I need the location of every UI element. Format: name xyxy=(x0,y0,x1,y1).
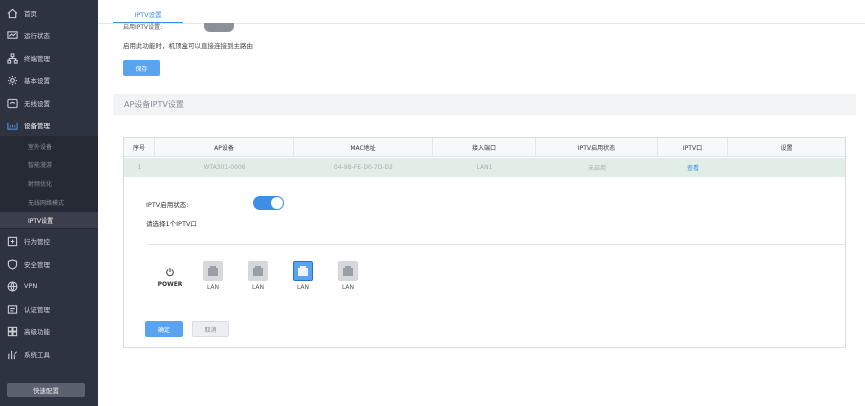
sidebar-item-label: 认证管理 xyxy=(24,306,50,314)
sidebar-item-tools[interactable]: 系统工具 xyxy=(0,343,98,365)
quick-config-button[interactable]: 快速配置 xyxy=(7,383,85,397)
sub-item-rf[interactable]: 射频优化 xyxy=(0,175,98,191)
section-title: AP设备IPTV设置 xyxy=(124,100,184,109)
table-header: 序号 AP设备 MAC地址 接入端口 IPTV启用状态 IPTV口 设置 xyxy=(124,138,845,157)
select-port-label: 请选择1个IPTV口 xyxy=(146,220,197,228)
table-cell: 04-9B-FE-D0-7D-D2 xyxy=(334,164,393,171)
sidebar-item-auth[interactable]: 认证管理 xyxy=(0,298,98,320)
sidebar-item-terminal[interactable]: 终端管理 xyxy=(0,47,98,69)
save-button[interactable]: 保存 xyxy=(123,60,160,76)
sidebar-item-label: 首页 xyxy=(24,10,37,18)
lan-port[interactable]: LAN xyxy=(337,261,359,291)
view-link[interactable]: 查看 xyxy=(658,158,728,177)
toggle-knob xyxy=(271,197,283,209)
column-header: 接入端口 xyxy=(433,138,536,157)
iptv-enable-toggle[interactable] xyxy=(204,23,234,32)
globe-icon xyxy=(6,280,18,292)
sidebar-item-behavior[interactable]: 行为管控 xyxy=(0,230,98,252)
sub-item-iptv[interactable]: IPTV设置 xyxy=(0,212,98,228)
sidebar-item-label: 安全管理 xyxy=(24,261,50,269)
table-cell: WTA301-0006 xyxy=(203,164,246,171)
terminal-tree-icon xyxy=(6,52,18,64)
sidebar-item-label: 行为管控 xyxy=(24,238,50,246)
lan-port[interactable]: LAN xyxy=(202,261,224,291)
tools-icon xyxy=(6,348,18,360)
ethernet-port-icon xyxy=(293,261,313,281)
power-indicator: POWER xyxy=(157,267,183,288)
sub-item-roaming[interactable]: 智能漫游 xyxy=(0,156,98,172)
iptv-status-label: IPTV启用状态: xyxy=(146,201,189,209)
sidebar-item-label: 基本设置 xyxy=(24,77,50,85)
column-header: 设置 xyxy=(780,145,793,152)
iptv-status-toggle[interactable] xyxy=(253,196,284,210)
table-row[interactable]: 1 WTA301-0006 04-9B-FE-D0-7D-D2 LAN1 未启用… xyxy=(124,158,845,177)
sidebar-item-status[interactable]: 运行状态 xyxy=(0,24,98,46)
iptv-enable-label: 启用IPTV设置: xyxy=(123,24,163,31)
table-cell: LAN1 xyxy=(476,164,493,171)
port-label: LAN xyxy=(206,284,220,291)
sidebar-item-label: 设备管理 xyxy=(24,122,50,130)
port-label: LAN xyxy=(341,284,355,291)
advanced-icon xyxy=(6,325,18,337)
column-header: MAC地址 xyxy=(294,138,433,157)
power-label: POWER xyxy=(157,281,183,288)
sidebar-item-device[interactable]: 设备管理 xyxy=(0,114,98,136)
home-icon xyxy=(6,7,18,19)
sidebar-item-label: 运行状态 xyxy=(24,32,50,40)
port-label: LAN xyxy=(251,284,265,291)
sub-item-outdoor[interactable]: 室外设备 xyxy=(0,138,98,154)
monitor-icon xyxy=(6,29,18,41)
device-icon xyxy=(6,119,18,131)
column-header: 序号 xyxy=(124,138,155,157)
iptv-hint-text: 启用此功能时，机顶盒可以直接连接到主路由 xyxy=(123,42,253,50)
lan-port[interactable]: LAN xyxy=(247,261,269,291)
ethernet-port-icon xyxy=(338,261,358,281)
gear-icon xyxy=(6,74,18,86)
sidebar-item-label: VPN xyxy=(24,282,38,290)
sidebar-item-wireless[interactable]: 无线设置 xyxy=(0,92,98,114)
sidebar-item-security[interactable]: 安全管理 xyxy=(0,253,98,275)
sidebar-item-home[interactable]: 首页 xyxy=(0,2,98,24)
power-icon xyxy=(157,267,183,279)
sidebar-item-advanced[interactable]: 高级功能 xyxy=(0,320,98,342)
shield-icon xyxy=(6,258,18,270)
ok-button[interactable]: 确定 xyxy=(145,321,183,337)
sidebar-item-label: 高级功能 xyxy=(24,328,50,336)
column-header: AP设备 xyxy=(155,138,294,157)
lan-port-selected[interactable]: LAN xyxy=(292,261,314,291)
table-cell: 1 xyxy=(137,164,142,171)
main-content: IPTV设置 启用IPTV设置: 启用此功能时，机顶盒可以直接连接到主路由 保存… xyxy=(98,0,865,406)
sub-item-wireless-mode[interactable]: 无线网络模式 xyxy=(0,194,98,210)
cancel-button[interactable]: 取消 xyxy=(192,321,229,337)
wireless-icon xyxy=(6,97,18,109)
table-cell xyxy=(728,158,845,177)
sidebar-item-label: 终端管理 xyxy=(24,55,50,63)
tab-iptv-settings[interactable]: IPTV设置 xyxy=(113,5,183,23)
section-header xyxy=(113,94,856,115)
sidebar-item-label: 系统工具 xyxy=(24,351,50,359)
table-cell: 未启用 xyxy=(587,165,606,172)
behavior-icon xyxy=(6,235,18,247)
port-label: LAN xyxy=(296,284,310,291)
sidebar-item-vpn[interactable]: VPN xyxy=(0,275,98,297)
sidebar-item-basic[interactable]: 基本设置 xyxy=(0,69,98,91)
port-panel: POWER LAN LAN LAN LAN xyxy=(147,244,845,312)
column-header: IPTV口 xyxy=(658,138,728,157)
column-header: IPTV启用状态 xyxy=(536,138,658,157)
device-submenu: 室外设备 智能漫游 射频优化 无线网络模式 IPTV设置 xyxy=(0,136,98,229)
ap-iptv-table: 序号 AP设备 MAC地址 接入端口 IPTV启用状态 IPTV口 设置 1 W… xyxy=(123,137,846,348)
ethernet-port-icon xyxy=(203,261,223,281)
sidebar: 首页 运行状态 终端管理 基本设置 无线设置 设备管理 室外设备 智能漫游 射频… xyxy=(0,0,98,406)
auth-icon xyxy=(6,303,18,315)
ethernet-port-icon xyxy=(248,261,268,281)
sidebar-item-label: 无线设置 xyxy=(24,100,50,108)
